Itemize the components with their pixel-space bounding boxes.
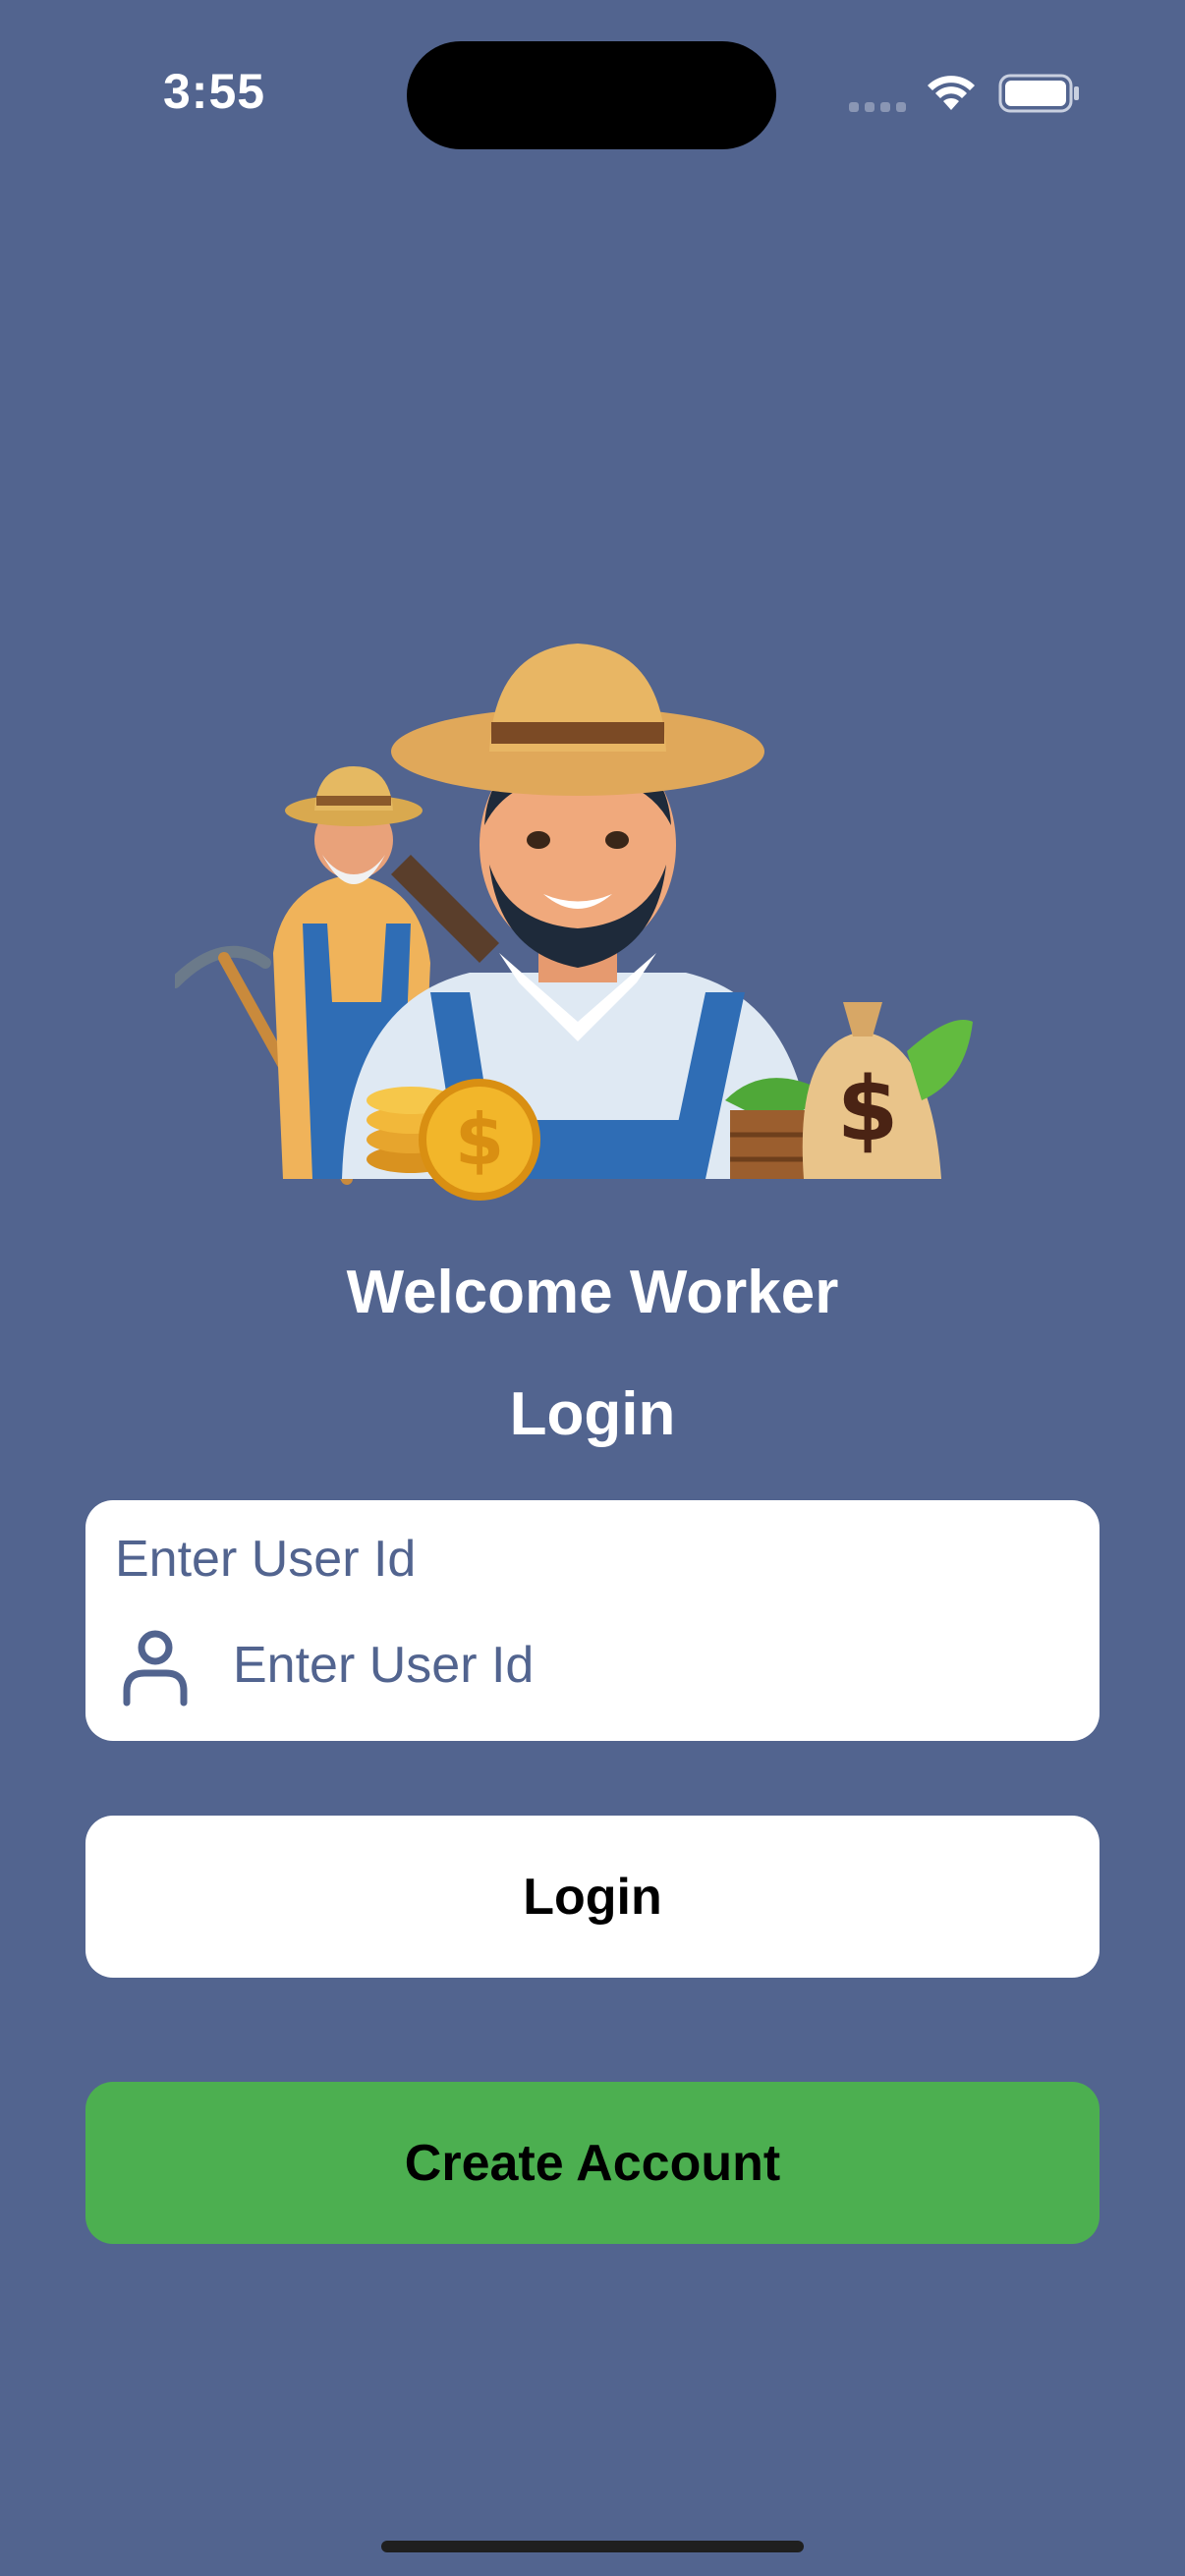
svg-text:$: $ (837, 1058, 899, 1161)
user-icon (123, 1630, 188, 1707)
welcome-title: Welcome Worker (346, 1259, 839, 1326)
create-account-button[interactable]: Create Account (85, 2082, 1100, 2244)
battery-icon (998, 74, 1079, 113)
status-time: 3:55 (163, 64, 266, 119)
dynamic-island (407, 41, 776, 149)
svg-text:$: $ (455, 1098, 504, 1181)
money-bag: $ (802, 1002, 973, 1179)
home-indicator (381, 2541, 804, 2552)
login-button[interactable]: Login (85, 1816, 1100, 1978)
cellular-signal-icon (849, 102, 908, 116)
gold-coins: $ (367, 1079, 540, 1201)
farmers-illustration: $ $ (175, 644, 973, 1201)
user-id-label: Enter User Id (115, 1531, 417, 1588)
user-id-field[interactable]: Enter User Id (85, 1500, 1100, 1741)
wifi-icon (928, 76, 975, 110)
user-id-input[interactable] (233, 1626, 1058, 1705)
status-bar: 3:55 (0, 0, 1185, 187)
login-heading: Login (509, 1380, 676, 1448)
